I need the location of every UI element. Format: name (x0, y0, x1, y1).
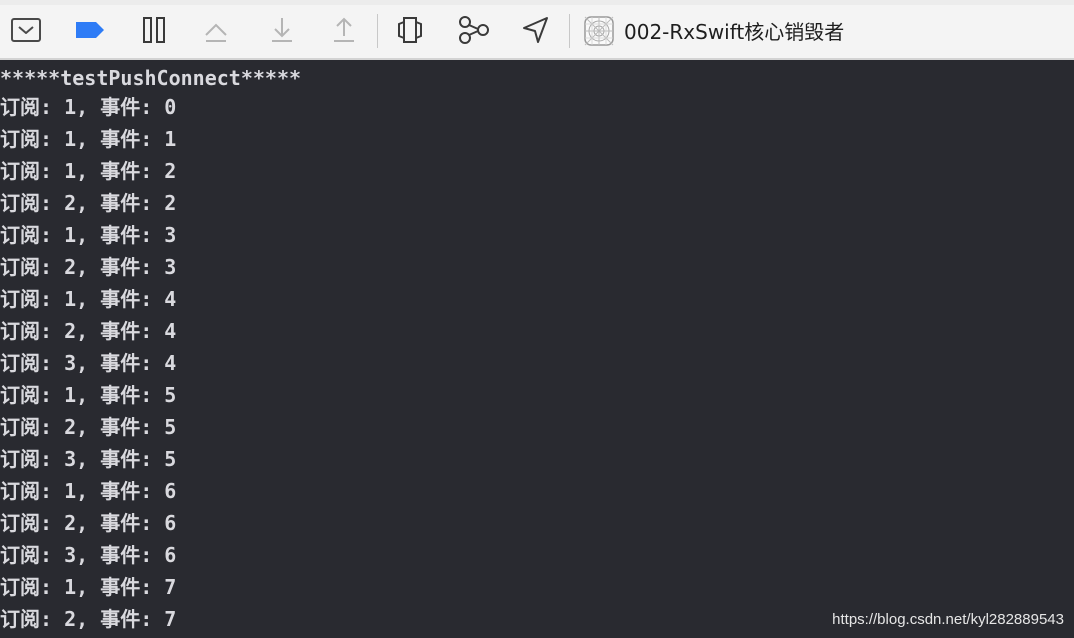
memory-graph-icon (459, 16, 489, 44)
console-line: 订阅: 3, 事件: 5 (0, 447, 177, 471)
console-line: 订阅: 3, 事件: 6 (0, 543, 177, 567)
hide-debug-area-button[interactable] (8, 12, 44, 48)
step-out-icon (334, 17, 354, 42)
step-out-button[interactable] (326, 12, 362, 48)
console-output[interactable]: *****testPushConnect***** 订阅: 1, 事件: 0 订… (0, 62, 1074, 638)
console-line: 订阅: 2, 事件: 7 (0, 607, 177, 631)
console-line: 订阅: 1, 事件: 0 (0, 95, 177, 119)
debug-area-toggle-icon (11, 18, 41, 42)
console-line: 订阅: 2, 事件: 6 (0, 511, 177, 535)
console-line: 订阅: 1, 事件: 5 (0, 383, 177, 407)
step-into-button[interactable] (264, 12, 300, 48)
debug-view-hierarchy-button[interactable] (392, 12, 428, 48)
watermark-url: https://blog.csdn.net/kyl282889543 (832, 611, 1064, 628)
toolbar-top-edge (0, 0, 1074, 5)
xcode-debug-area: 002-RxSwift核心销毁者 *****testPushConnect***… (0, 0, 1074, 638)
view-hierarchy-icon (398, 17, 422, 43)
toolbar-divider (569, 14, 570, 48)
step-over-button[interactable] (198, 12, 234, 48)
console-line: 订阅: 2, 事件: 4 (0, 319, 177, 343)
console-line: 订阅: 1, 事件: 7 (0, 575, 177, 599)
location-arrow-icon (523, 17, 548, 43)
pause-button[interactable] (136, 12, 172, 48)
console-line: 订阅: 3, 事件: 4 (0, 351, 177, 375)
console-line: 订阅: 2, 事件: 2 (0, 191, 177, 215)
console-line: 订阅: 1, 事件: 6 (0, 479, 177, 503)
simulate-location-button[interactable] (518, 12, 554, 48)
console-line: 订阅: 2, 事件: 3 (0, 255, 177, 279)
console-line: *****testPushConnect***** (0, 66, 302, 90)
breakpoint-icon (76, 22, 104, 38)
debug-memory-graph-button[interactable] (456, 12, 492, 48)
toolbar-divider (377, 14, 378, 48)
app-target-icon[interactable] (584, 16, 614, 46)
step-into-icon (272, 18, 292, 42)
console-line: 订阅: 1, 事件: 1 (0, 127, 177, 151)
console-line: 订阅: 1, 事件: 2 (0, 159, 177, 183)
console-line: 订阅: 1, 事件: 4 (0, 287, 177, 311)
breakpoints-toggle-button[interactable] (72, 12, 108, 48)
scheme-name[interactable]: 002-RxSwift核心销毁者 (624, 18, 844, 46)
step-over-icon (205, 23, 227, 42)
pause-icon (143, 17, 165, 43)
console-line: 订阅: 2, 事件: 5 (0, 415, 177, 439)
console-line: 订阅: 1, 事件: 3 (0, 223, 177, 247)
debug-toolbar: 002-RxSwift核心销毁者 (0, 0, 1074, 60)
